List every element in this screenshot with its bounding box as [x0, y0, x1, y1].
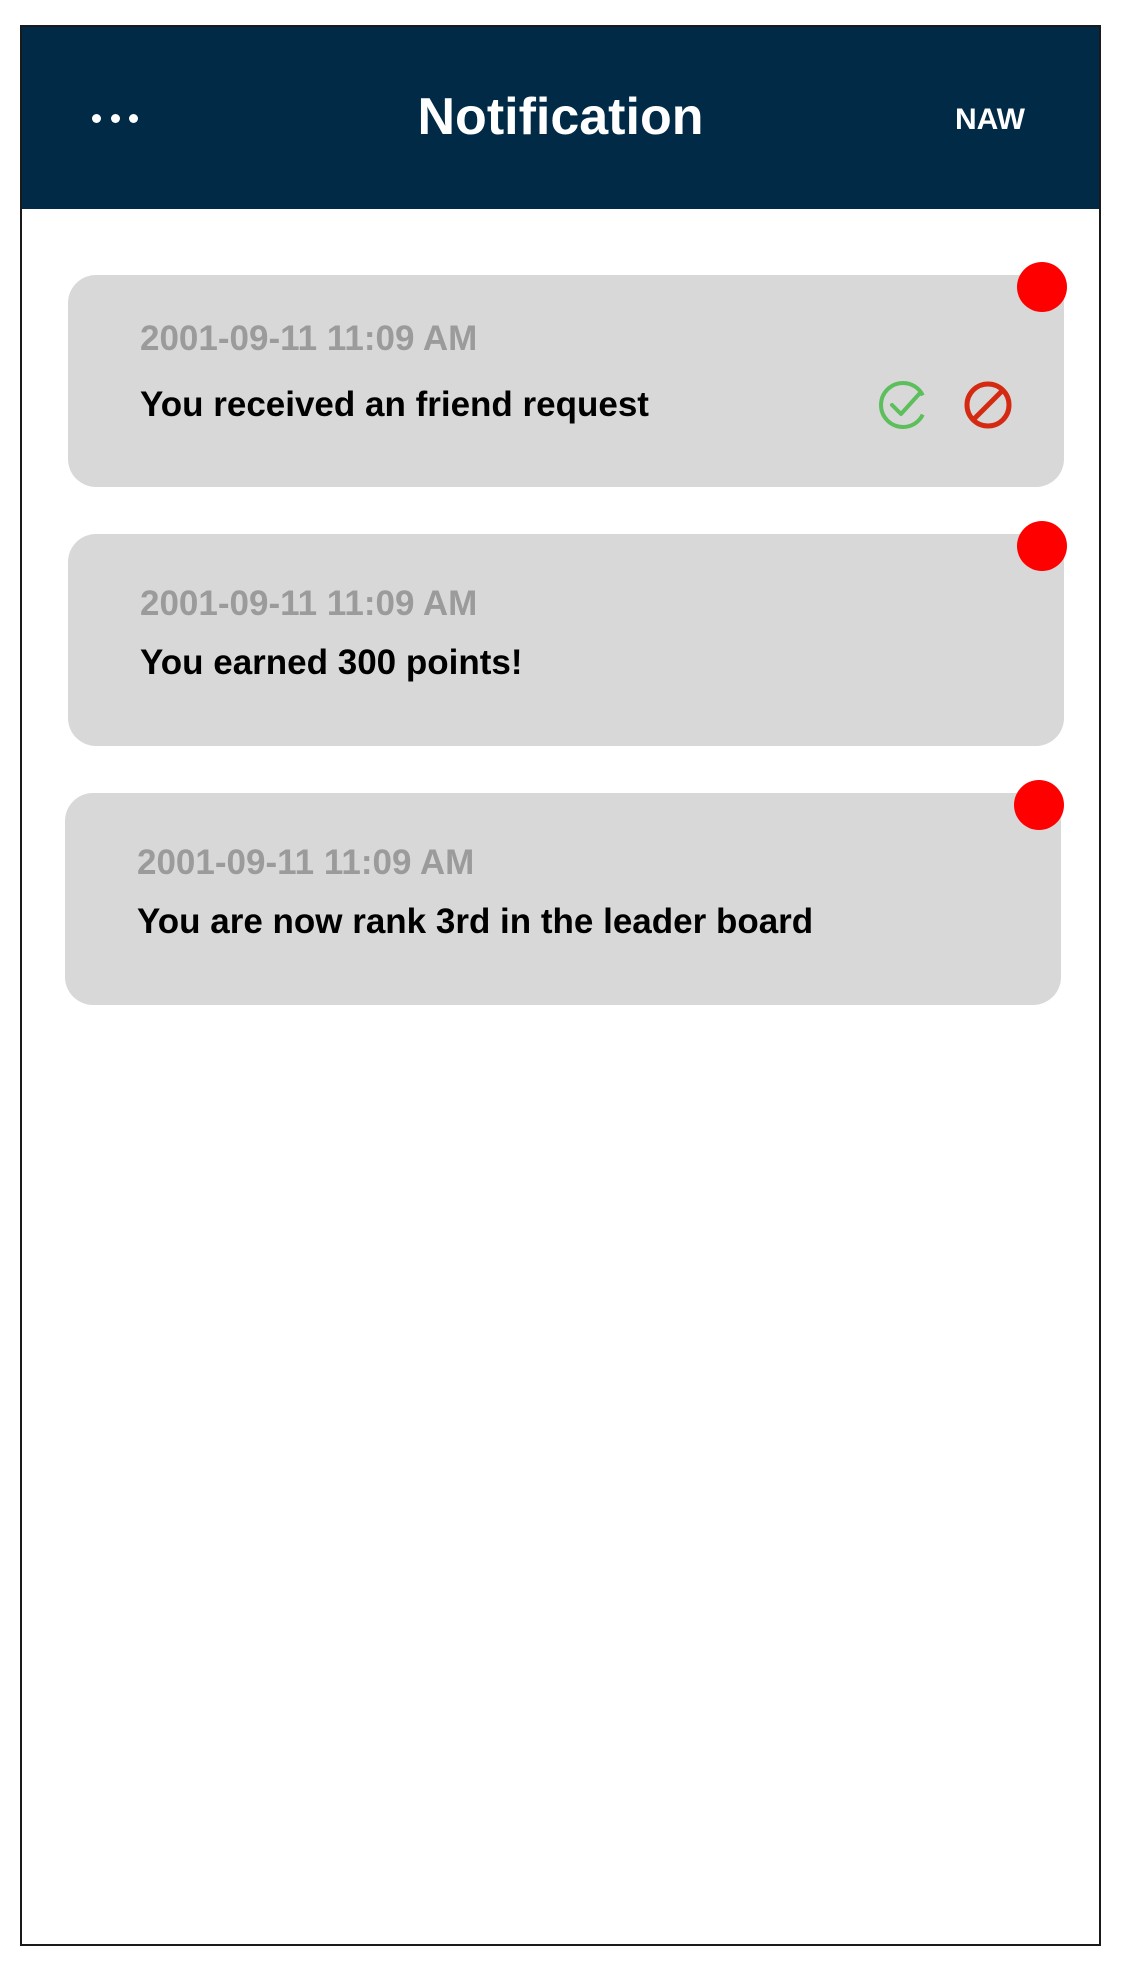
unread-indicator — [1017, 262, 1067, 312]
notification-card[interactable]: 2001-09-11 11:09 AM You received an frie… — [68, 262, 1067, 487]
notification-timestamp: 2001-09-11 11:09 AM — [140, 319, 478, 358]
notification-message: You received an friend request — [140, 385, 649, 424]
unread-indicator — [1017, 521, 1067, 571]
unread-indicator — [1014, 780, 1064, 830]
notification-card[interactable]: 2001-09-11 11:09 AM You are now rank 3rd… — [65, 780, 1064, 1005]
notification-message: You are now rank 3rd in the leader board — [137, 902, 814, 941]
page-title: Notification — [417, 88, 704, 146]
notification-timestamp: 2001-09-11 11:09 AM — [137, 843, 475, 882]
notification-list: 2001-09-11 11:09 AM You received an frie… — [65, 262, 1067, 1052]
user-initials-button[interactable]: NAW — [955, 100, 1025, 140]
app-screen: Notification NAW 2001-09-11 11:09 AM You… — [20, 25, 1101, 1946]
top-app-bar: Notification NAW — [22, 27, 1099, 209]
check-circle-icon[interactable] — [877, 379, 929, 431]
block-icon[interactable] — [962, 379, 1014, 431]
notification-message: You earned 300 points! — [140, 643, 523, 682]
notification-card[interactable]: 2001-09-11 11:09 AM You earned 300 point… — [68, 521, 1067, 746]
notification-timestamp: 2001-09-11 11:09 AM — [140, 584, 478, 623]
